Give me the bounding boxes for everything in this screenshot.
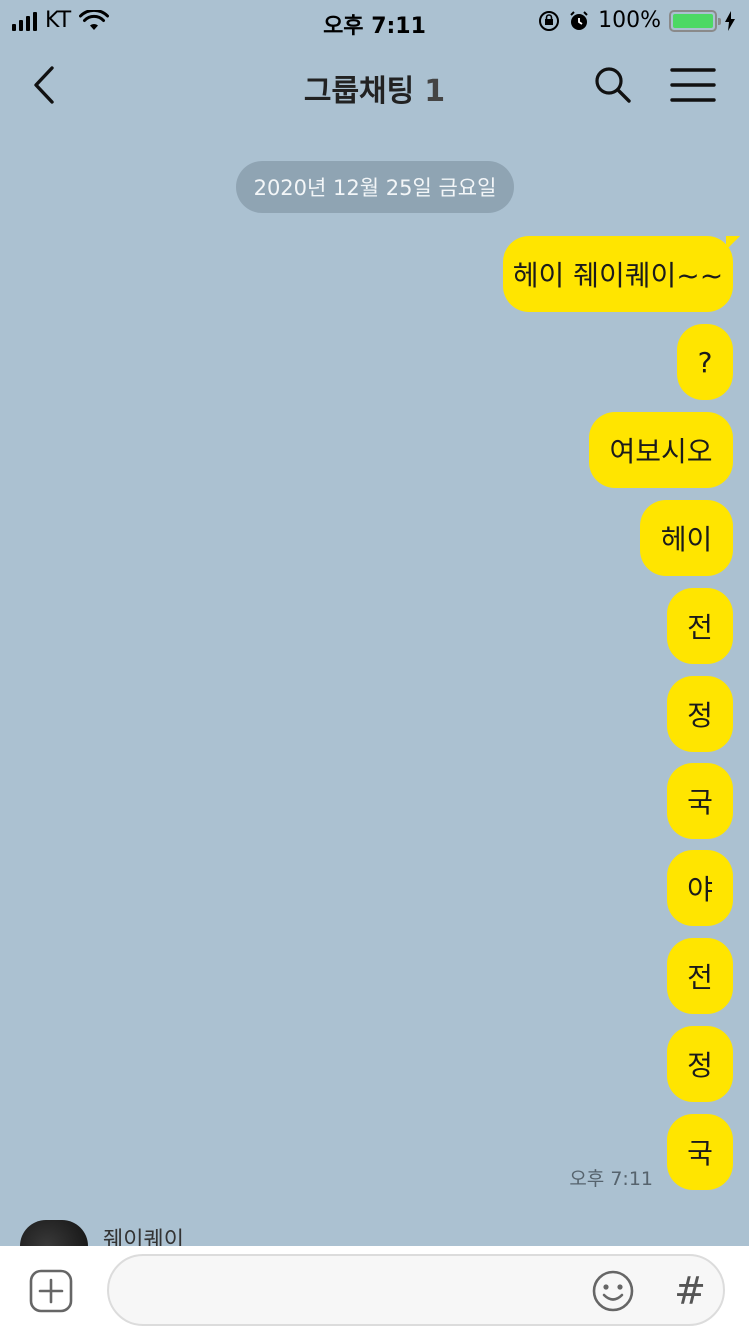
member-count: 1: [424, 74, 446, 109]
message-text: ?: [697, 345, 713, 379]
battery-percent: 100%: [598, 8, 661, 33]
date-divider: 2020년 12월 25일 금요일: [236, 161, 514, 213]
attach-button[interactable]: [29, 1269, 73, 1313]
my-message-bubble[interactable]: 정: [667, 676, 733, 752]
back-button[interactable]: [22, 60, 72, 110]
status-bar: KT 오후 7:11 100%: [0, 0, 749, 42]
menu-button[interactable]: [668, 62, 718, 108]
message-text: 정: [687, 1049, 713, 1082]
search-button[interactable]: [588, 60, 638, 110]
alarm-icon: [570, 10, 588, 30]
my-message-bubble[interactable]: 헤이: [640, 500, 733, 576]
search-icon: [595, 67, 631, 103]
emoji-button[interactable]: [590, 1268, 636, 1314]
message-text: 전: [687, 611, 713, 644]
battery-icon: [669, 9, 721, 32]
my-message-bubble[interactable]: 국: [667, 1114, 733, 1190]
message-timestamp: 오후 7:11: [569, 1168, 653, 1190]
my-message-bubble[interactable]: 여보시오: [589, 412, 733, 488]
emoji-icon: [592, 1270, 634, 1312]
message-text: 여보시오: [609, 435, 713, 468]
my-message-bubble[interactable]: 전: [667, 938, 733, 1014]
my-message-bubble[interactable]: 전: [667, 588, 733, 664]
hamburger-menu-icon: [670, 68, 716, 102]
chat-header: 그룹채팅 1: [0, 50, 749, 120]
message-input-field: #: [107, 1254, 725, 1326]
my-message-bubble[interactable]: 정: [667, 1026, 733, 1102]
charging-icon: [725, 10, 735, 31]
message-text: 헤이 줴이퀘이~~: [512, 259, 724, 292]
message-text: 국: [687, 786, 713, 819]
chat-title-text: 그룹채팅: [303, 74, 415, 109]
my-message-bubble[interactable]: ?: [677, 324, 733, 400]
message-input[interactable]: [133, 1256, 573, 1324]
rotation-lock-icon: [539, 10, 560, 31]
hashtag-button[interactable]: #: [667, 1266, 713, 1316]
message-text: 전: [687, 961, 713, 994]
message-input-bar: #: [0, 1246, 749, 1334]
status-right: 100%: [538, 8, 735, 33]
message-text: 정: [687, 699, 713, 732]
chevron-left-icon: [34, 66, 54, 104]
my-message-bubble[interactable]: 헤이 줴이퀘이~~: [503, 236, 740, 312]
plus-square-icon: [29, 1269, 73, 1313]
message-text: 야: [687, 873, 713, 906]
message-text: 헤이: [660, 523, 713, 556]
my-message-bubble[interactable]: 야: [667, 850, 733, 926]
my-message-bubble[interactable]: 국: [667, 763, 733, 839]
message-text: 국: [687, 1137, 713, 1170]
battery-fill: [673, 13, 713, 28]
